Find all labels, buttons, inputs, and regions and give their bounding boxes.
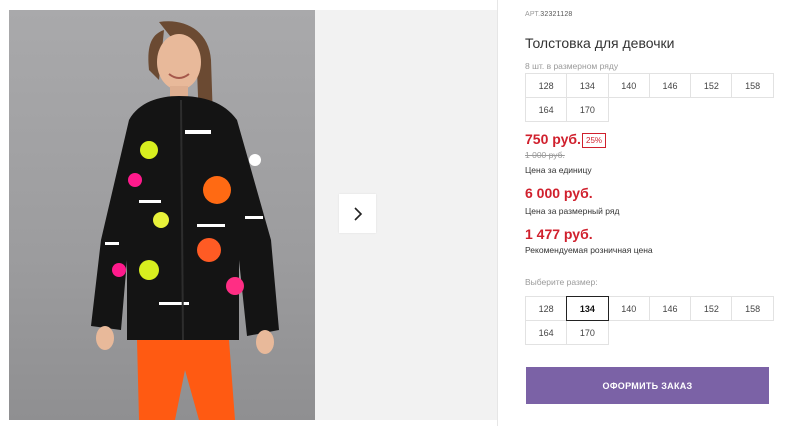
size-range-cell: 158 (731, 73, 774, 98)
retail-price: 1 477 руб. (525, 226, 593, 242)
old-price: 1 000 руб. (525, 150, 565, 160)
size-option-164[interactable]: 164 (525, 320, 568, 345)
range-price-label: Цена за размерный ряд (525, 206, 620, 216)
size-option-158[interactable]: 158 (731, 296, 774, 321)
discount-badge: 25% (582, 133, 607, 148)
product-gallery (0, 0, 498, 426)
size-range-cell: 146 (648, 73, 692, 98)
size-selector: 128 134 140 146 152 158 164 170 (525, 296, 774, 345)
article-number: АРТ.32321128 (525, 11, 573, 18)
product-photo[interactable] (9, 10, 315, 420)
next-image-button[interactable] (339, 194, 376, 233)
range-price: 6 000 руб. (525, 185, 593, 201)
unit-price: 750 руб. (525, 131, 581, 147)
size-option-146[interactable]: 146 (648, 296, 692, 321)
size-option-128[interactable]: 128 (525, 296, 568, 321)
unit-price-label: Цена за единицу (525, 165, 592, 175)
size-option-134[interactable]: 134 (566, 296, 609, 321)
article-label: АРТ. (525, 11, 541, 18)
size-option-152[interactable]: 152 (690, 296, 733, 321)
size-range-grid: 128 134 140 146 152 158 164 170 (525, 73, 774, 122)
size-range-cell: 164 (525, 97, 568, 122)
chevron-right-icon (353, 206, 362, 221)
retail-price-label: Рекомендуемая розничная цена (525, 245, 653, 255)
article-value: 32321128 (540, 11, 573, 18)
size-range-cell: 170 (566, 97, 609, 122)
panel-divider (497, 0, 498, 426)
size-range-hint: 8 шт. в размерном ряду (525, 61, 619, 71)
order-button[interactable]: ОФОРМИТЬ ЗАКАЗ (526, 367, 769, 404)
size-range-cell: 134 (566, 73, 609, 98)
girl-in-jacket-image (91, 21, 279, 420)
size-range-cell: 128 (525, 73, 568, 98)
size-select-label: Выберите размер: (525, 277, 598, 287)
size-range-cell: 152 (690, 73, 733, 98)
product-title: Толстовка для девочки (525, 35, 675, 51)
size-range-cell: 140 (607, 73, 650, 98)
size-option-140[interactable]: 140 (607, 296, 650, 321)
size-option-170[interactable]: 170 (566, 320, 609, 345)
